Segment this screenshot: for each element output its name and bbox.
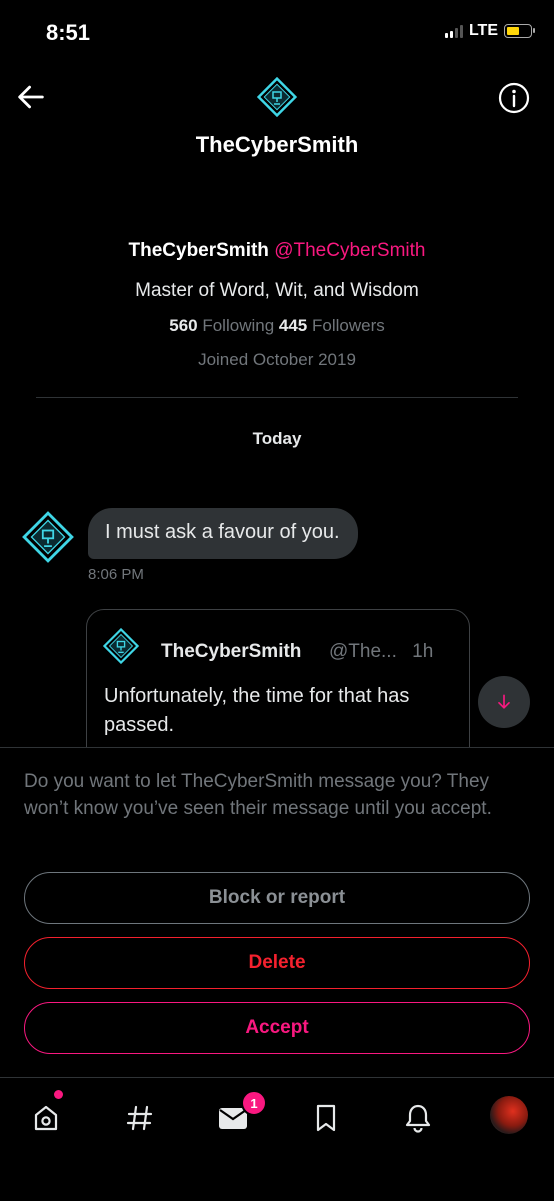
quoted-tweet-handle: @The... bbox=[329, 641, 397, 662]
home-icon bbox=[34, 1105, 58, 1131]
cybersmith-logo-icon bbox=[102, 627, 140, 665]
scroll-to-bottom-button[interactable] bbox=[478, 676, 530, 728]
status-time: 8:51 bbox=[46, 20, 91, 45]
date-separator: Today bbox=[252, 429, 302, 448]
message-timestamp: 8:06 PM bbox=[88, 566, 144, 583]
notifications-icon bbox=[405, 1104, 431, 1133]
profile-joined-date: Joined October 2019 bbox=[198, 350, 356, 369]
arrow-left-icon bbox=[18, 85, 44, 109]
tab-explore[interactable] bbox=[118, 1096, 162, 1140]
bookmarks-icon bbox=[316, 1104, 336, 1132]
profile-avatar[interactable] bbox=[490, 1096, 528, 1134]
profile-handle: @TheCyberSmith bbox=[274, 240, 426, 261]
signal-icon bbox=[444, 24, 463, 38]
message-bubble[interactable]: I must ask a favour of you. bbox=[88, 508, 358, 559]
quoted-tweet-text: Unfortunately, the time for that has pas… bbox=[104, 685, 410, 736]
status-indicators: LTE bbox=[444, 22, 535, 40]
block-or-report-button[interactable]: Block or report bbox=[24, 872, 530, 924]
messages-badge: 1 bbox=[241, 1090, 267, 1116]
conversation-title: TheCyberSmith bbox=[195, 132, 359, 157]
explore-hashtag-icon bbox=[126, 1105, 153, 1131]
message-request-panel: Do you want to let TheCyberSmith message… bbox=[0, 747, 554, 1078]
cybersmith-logo-icon bbox=[256, 76, 298, 118]
followers-label: Followers bbox=[312, 316, 385, 335]
sender-avatar[interactable] bbox=[22, 511, 74, 563]
quoted-tweet-meta: @The... 1h bbox=[329, 641, 433, 663]
quoted-tweet-card[interactable]: TheCyberSmith @The... 1h Unfortunately, … bbox=[86, 609, 470, 769]
conversation-info-button[interactable] bbox=[498, 82, 530, 114]
back-button[interactable] bbox=[14, 80, 48, 114]
tab-bookmarks[interactable] bbox=[304, 1096, 348, 1140]
quoted-tweet-avatar bbox=[102, 627, 140, 665]
accept-button[interactable]: Accept bbox=[24, 1002, 530, 1054]
quoted-tweet-author: TheCyberSmith bbox=[161, 641, 302, 662]
profile-name: TheCyberSmith bbox=[128, 240, 269, 261]
conversation-avatar-logo[interactable] bbox=[256, 76, 298, 118]
followers-count: 445 bbox=[278, 316, 308, 335]
profile-name-line[interactable]: TheCyberSmith @TheCyberSmith bbox=[0, 240, 554, 262]
info-icon bbox=[498, 82, 530, 114]
network-label: LTE bbox=[468, 22, 498, 39]
profile-stats: 560 Following 445 Followers bbox=[0, 316, 554, 336]
tab-home[interactable] bbox=[24, 1096, 68, 1140]
arrow-down-icon bbox=[498, 694, 510, 709]
profile-bio: Master of Word, Wit, and Wisdom bbox=[135, 280, 419, 301]
tab-notifications[interactable] bbox=[396, 1096, 440, 1140]
divider bbox=[36, 397, 518, 398]
cybersmith-logo-icon bbox=[22, 511, 74, 563]
quoted-tweet-age: 1h bbox=[412, 641, 434, 662]
delete-button[interactable]: Delete bbox=[24, 937, 530, 989]
bottom-tab-bar bbox=[0, 1077, 554, 1201]
home-new-content-dot bbox=[54, 1090, 63, 1099]
message-request-prompt: Do you want to let TheCyberSmith message… bbox=[24, 771, 492, 819]
following-count: 560 bbox=[169, 316, 198, 335]
battery-icon bbox=[504, 24, 535, 38]
following-label: Following bbox=[202, 316, 275, 335]
